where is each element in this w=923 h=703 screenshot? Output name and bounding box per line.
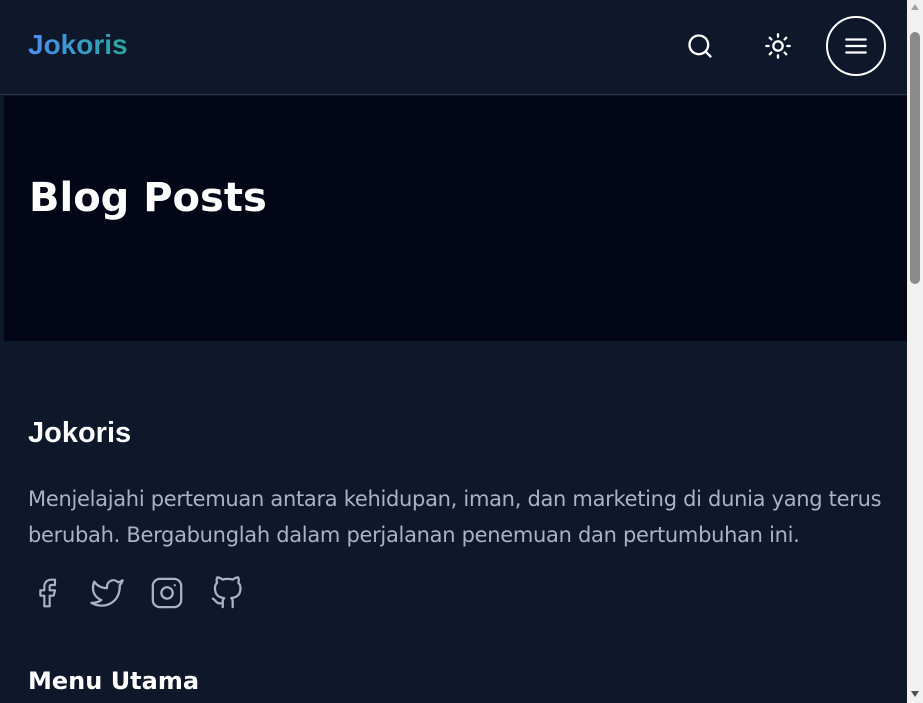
page: Jokoris Blog Posts Jokoris Menjelajahi p… xyxy=(0,0,907,703)
twitter-link[interactable] xyxy=(88,574,126,612)
site-logo[interactable]: Jokoris xyxy=(28,28,128,62)
footer-description: Menjelajahi pertemuan antara kehidupan, … xyxy=(28,487,882,547)
scroll-up-arrow-icon[interactable] xyxy=(911,4,919,10)
page-scrollbar[interactable] xyxy=(907,0,923,703)
facebook-icon xyxy=(39,578,57,608)
footer-brand-title: Jokoris xyxy=(28,417,132,449)
github-icon xyxy=(211,576,242,609)
sun-icon xyxy=(765,33,791,59)
site-header: Jokoris xyxy=(0,0,907,95)
twitter-icon xyxy=(90,579,124,607)
instagram-icon xyxy=(151,577,183,609)
social-links xyxy=(28,574,246,612)
theme-toggle-button[interactable] xyxy=(748,16,808,76)
search-button[interactable] xyxy=(670,16,730,76)
menu-button[interactable] xyxy=(826,16,886,76)
hero-section: Blog Posts xyxy=(4,96,907,341)
footer-menu-title: Menu Utama xyxy=(28,667,200,695)
scroll-down-arrow-icon[interactable] xyxy=(911,691,919,697)
github-link[interactable] xyxy=(208,574,246,612)
hamburger-menu-icon xyxy=(845,38,867,54)
page-title: Blog Posts xyxy=(29,175,267,221)
instagram-link[interactable] xyxy=(148,574,186,612)
facebook-link[interactable] xyxy=(28,574,66,612)
scrollbar-thumb[interactable] xyxy=(910,32,920,284)
search-icon xyxy=(688,34,712,58)
